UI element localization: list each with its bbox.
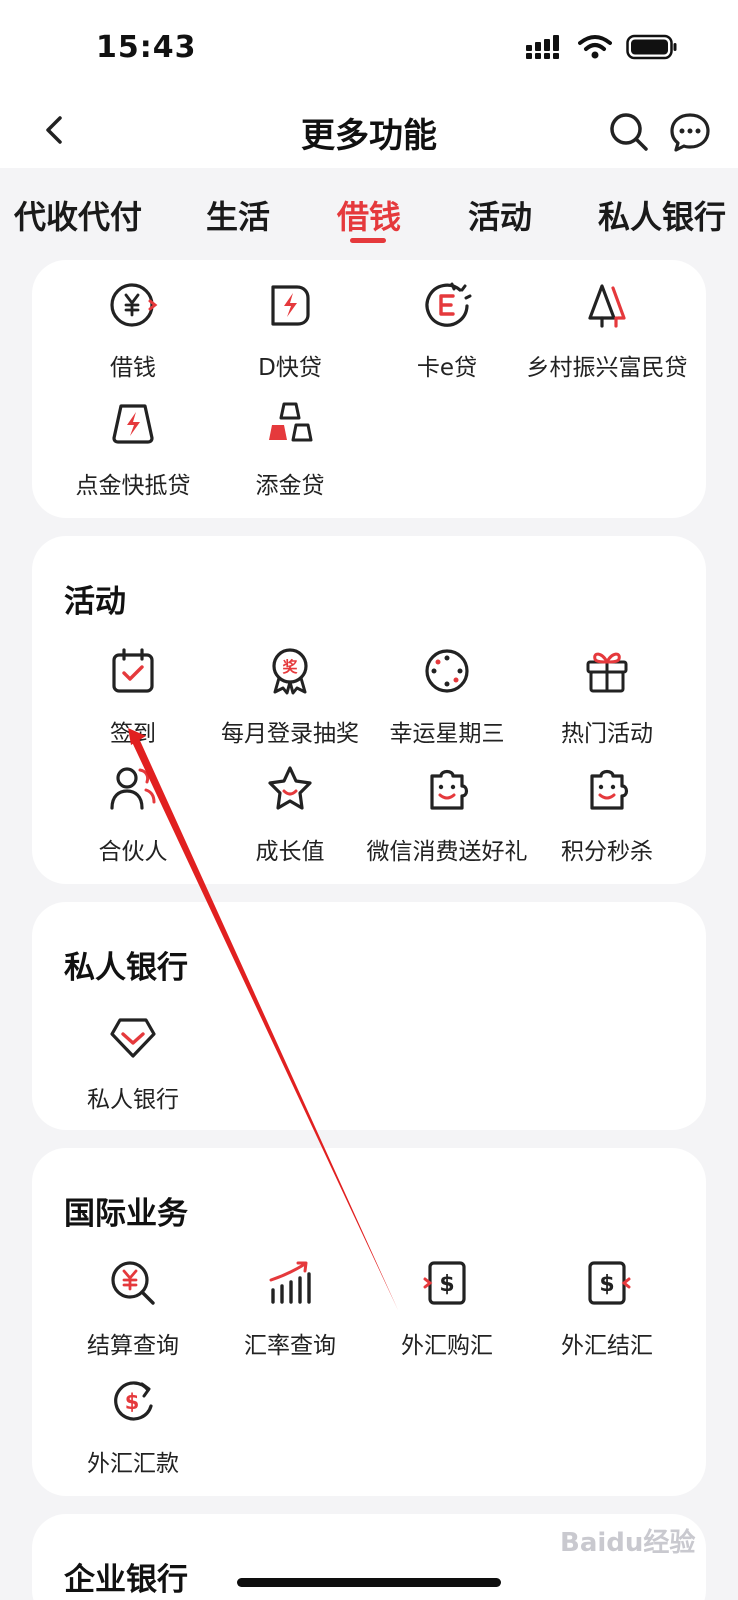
item-card-e-loan[interactable]: 卡e贷 [362, 280, 532, 382]
message-icon[interactable] [668, 110, 712, 154]
partner-icon [110, 767, 156, 810]
international-card: 国际业务 结算查询 汇率查询 $ 外汇购汇 $ 外汇结汇 $ 外汇汇款 [32, 1148, 706, 1496]
puzzle-smile-icon [590, 769, 629, 810]
status-icons [526, 34, 678, 60]
e-circle-icon [425, 282, 472, 327]
status-bar: 15:43 [0, 0, 738, 96]
item-forex-purchase[interactable]: $ 外汇购汇 [362, 1258, 532, 1360]
watermark: Baidu经验 [560, 1528, 696, 1558]
loan-card: 借钱 D快贷 卡e贷 乡村振兴富民贷 点金快抵贷 添金贷 [32, 260, 706, 518]
activity-card: 活动 签到 奖 每月登录抽奖 幸运星期三 热门活动 合伙人 成长值 微信消费送好… [32, 536, 706, 884]
status-time: 15:43 [96, 30, 197, 65]
item-forex-remittance[interactable]: $ 外汇汇款 [48, 1376, 218, 1478]
gift-icon [586, 652, 628, 693]
tree-icon [588, 284, 626, 328]
chart-up-icon [269, 1261, 311, 1304]
battery-icon [626, 34, 677, 60]
gold-bars-icon [269, 402, 313, 442]
item-monthly-lottery[interactable]: 奖 每月登录抽奖 [205, 646, 375, 748]
tab-borrow[interactable]: 借钱 [337, 192, 401, 238]
svg-text:奖: 奖 [282, 658, 298, 676]
medal-prize-icon: 奖 [272, 648, 308, 695]
clock-dots-icon [425, 649, 469, 693]
item-points-flash-sale[interactable]: 积分秒杀 [522, 764, 692, 866]
item-d-loan[interactable]: D快贷 [205, 280, 375, 382]
tab-daishou-daifu[interactable]: 代收代付 [14, 192, 142, 238]
svg-text:$: $ [125, 1390, 140, 1414]
item-wechat-gift[interactable]: 微信消费送好礼 [362, 764, 532, 866]
tab-activity[interactable]: 活动 [468, 192, 532, 238]
signal-icon [526, 35, 559, 59]
section-title-international: 国际业务 [64, 1196, 188, 1232]
item-private-bank[interactable]: 私人银行 [48, 1012, 218, 1114]
puzzle-smile-icon [430, 769, 469, 810]
active-tab-indicator [350, 238, 386, 243]
item-hot-activity[interactable]: 热门活动 [522, 646, 692, 748]
item-growth-value[interactable]: 成长值 [205, 764, 375, 866]
item-forex-settlement[interactable]: $ 外汇结汇 [522, 1258, 692, 1360]
tab-private-bank[interactable]: 私人银行 [598, 192, 726, 238]
item-partner[interactable]: 合伙人 [48, 764, 218, 866]
nav-bar: 更多功能 [0, 96, 738, 168]
svg-text:$: $ [599, 1272, 614, 1297]
item-gold-loan[interactable]: 点金快抵贷 [48, 398, 218, 500]
wifi-icon [578, 35, 612, 59]
dollar-box-in-icon: $ [423, 1261, 466, 1305]
star-icon [268, 766, 312, 810]
section-title-enterprise: 企业银行 [64, 1562, 188, 1598]
tab-life[interactable]: 生活 [206, 192, 270, 238]
section-title-private-bank: 私人银行 [64, 950, 188, 986]
private-bank-card: 私人银行 私人银行 [32, 902, 706, 1130]
dollar-box-out-icon: $ [588, 1261, 631, 1305]
section-title-activity: 活动 [64, 584, 126, 620]
category-tabs: 代收代付 生活 借钱 活动 私人银行 [0, 168, 738, 260]
yen-arrow-icon [110, 283, 158, 327]
dollar-cycle-icon: $ [114, 1381, 153, 1421]
item-check-in[interactable]: 签到 [48, 646, 218, 748]
item-tianjin-loan[interactable]: 添金贷 [205, 398, 375, 500]
home-indicator [237, 1578, 501, 1587]
item-lucky-wednesday[interactable]: 幸运星期三 [362, 646, 532, 748]
diamond-icon [110, 1018, 156, 1058]
search-icon[interactable] [607, 110, 651, 154]
lightning-gold-icon [112, 404, 154, 444]
svg-text:$: $ [439, 1272, 454, 1297]
item-rural-loan[interactable]: 乡村振兴富民贷 [522, 280, 692, 382]
calendar-check-icon [112, 648, 154, 693]
yen-search-icon [111, 1261, 155, 1305]
item-borrow[interactable]: 借钱 [48, 280, 218, 382]
item-exchange-rate-query[interactable]: 汇率查询 [205, 1258, 375, 1360]
lightning-shield-icon [271, 285, 310, 326]
item-settlement-query[interactable]: 结算查询 [48, 1258, 218, 1360]
